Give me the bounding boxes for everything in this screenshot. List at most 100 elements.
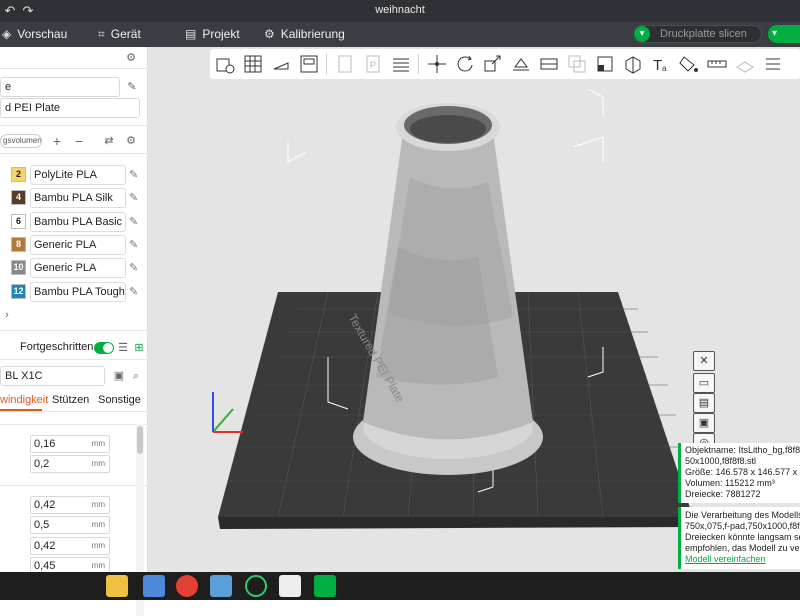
list-icon[interactable]: ☰	[116, 341, 130, 355]
compare-icon[interactable]: ⊞	[132, 341, 146, 355]
layers-icon[interactable]: ▤	[693, 393, 715, 413]
edit-icon[interactable]: ✎	[125, 80, 139, 94]
boolean-icon[interactable]	[566, 53, 588, 75]
more-icon[interactable]	[762, 53, 784, 75]
filament-color-swatch[interactable]: 2	[11, 167, 26, 182]
close-view-icon[interactable]: ✕	[693, 351, 715, 371]
bambu-studio-icon[interactable]	[314, 575, 336, 597]
setting-value-field[interactable]: 0,42 mm	[30, 537, 110, 555]
scrollbar-thumb[interactable]	[137, 426, 143, 454]
filament-row[interactable]: 12 Bambu PLA Tough ✎	[0, 281, 148, 302]
edit-icon[interactable]: ✎	[129, 261, 138, 274]
remove-icon[interactable]: −	[72, 134, 86, 148]
tab-project[interactable]: ▤ Projekt	[185, 26, 240, 43]
photos-icon[interactable]	[210, 575, 232, 597]
save-icon[interactable]: ▣	[112, 369, 126, 383]
setting-unit: mm	[91, 520, 105, 529]
info-line: Volumen: 115212 mm³	[685, 478, 775, 488]
filament-row[interactable]: 6 Bambu PLA Basic ✎	[0, 211, 148, 232]
advanced-toggle[interactable]	[94, 342, 114, 354]
tab-supports[interactable]: Stützen	[52, 394, 89, 406]
filament-name[interactable]: Generic PLA	[30, 234, 126, 255]
warning-line: empfohlen, das Modell zu ver	[685, 543, 800, 553]
setting-value-field[interactable]: 0,16 mm	[30, 435, 110, 453]
tab-calibration-label: Kalibrierung	[280, 27, 345, 41]
tab-speed[interactable]: windigkeit	[0, 394, 48, 406]
tab-other[interactable]: Sonstige	[98, 394, 141, 406]
cut-icon[interactable]	[538, 53, 560, 75]
page-icon[interactable]	[334, 53, 356, 75]
filament-row[interactable]: 2 PolyLite PLA ✎	[0, 165, 148, 185]
setting-value: 0,5	[34, 519, 50, 531]
add-icon[interactable]: +	[50, 134, 64, 148]
filament-row[interactable]: 8 Generic PLA ✎	[0, 234, 148, 255]
settings-icon[interactable]: ⚙	[124, 51, 138, 65]
top-toolbar: P Ta	[210, 49, 800, 79]
auto-orient-icon[interactable]	[270, 53, 292, 75]
tab-device[interactable]: ⌗ Gerät	[98, 26, 141, 43]
send-print-button[interactable]: ▾	[768, 25, 800, 43]
filament-name[interactable]: PolyLite PLA	[30, 165, 126, 185]
device-icon: ⌗	[98, 27, 105, 41]
process-profile-select[interactable]: BL X1C	[0, 366, 105, 386]
lay-flat-icon[interactable]	[510, 53, 532, 75]
app-icon[interactable]	[143, 575, 165, 597]
camera-icon[interactable]: ▭	[693, 373, 715, 393]
add-cube-icon[interactable]	[214, 53, 236, 75]
filament-color-swatch[interactable]: 10	[11, 260, 26, 276]
rotate-icon[interactable]	[454, 53, 476, 75]
cube-icon: ◈	[2, 27, 12, 41]
tab-calibration[interactable]: ⚙ Kalibrierung	[264, 26, 345, 43]
assembly-icon[interactable]	[734, 53, 756, 75]
measure-icon[interactable]	[706, 53, 728, 75]
filament-color-swatch[interactable]: 12	[11, 283, 26, 299]
simplify-model-link[interactable]: Modell vereinfachen	[685, 554, 800, 565]
layout-icon[interactable]	[298, 53, 320, 75]
seam-icon[interactable]	[622, 53, 644, 75]
text-icon[interactable]: Ta	[650, 53, 672, 75]
plate-type-select[interactable]: d PEI Plate	[0, 98, 140, 118]
filament-name[interactable]: Bambu PLA Silk	[30, 188, 126, 209]
filament-name[interactable]: Bambu PLA Tough	[30, 281, 126, 302]
setting-value-field[interactable]: 0,2 mm	[30, 455, 110, 473]
viewport-3d[interactable]: Textured PEI Plate P Ta ✕ ▭ ▤ ▣ ◎ Objekt…	[148, 47, 800, 572]
setting-value: 0,42	[34, 499, 56, 511]
color-paint-icon[interactable]	[678, 53, 700, 75]
search-icon[interactable]: ⌕	[129, 369, 143, 383]
edit-icon[interactable]: ✎	[129, 285, 138, 298]
stack-icon[interactable]	[390, 53, 412, 75]
filament-row[interactable]: 4 Bambu PLA Silk ✎	[0, 188, 148, 209]
move-icon[interactable]	[426, 53, 448, 75]
filament-name[interactable]: Bambu PLA Basic	[30, 211, 126, 232]
filament-color-swatch[interactable]: 4	[11, 190, 26, 206]
setting-value-field[interactable]: 0,5 mm	[30, 516, 110, 534]
support-paint-icon[interactable]	[594, 53, 616, 75]
plate-icon[interactable]: P	[362, 53, 384, 75]
edit-icon[interactable]: ✎	[129, 238, 138, 251]
lock-icon[interactable]: ▣	[693, 413, 715, 433]
axis-gizmo	[212, 392, 243, 433]
filament-row[interactable]: 10 Generic PLA ✎	[0, 258, 148, 279]
edit-icon[interactable]: ✎	[129, 191, 138, 204]
app-c-icon[interactable]	[245, 575, 267, 597]
tab-preview[interactable]: ◈ Vorschau	[2, 26, 67, 43]
warning-line: 750x,075,f-pad,750x1000,f8f	[685, 521, 800, 531]
edit-icon[interactable]: ✎	[129, 215, 138, 228]
edit-icon[interactable]: ✎	[129, 168, 138, 181]
volume-button[interactable]: gsvolumen	[0, 134, 42, 148]
filament-color-swatch[interactable]: 8	[11, 236, 26, 252]
bambu-icon[interactable]	[279, 575, 301, 597]
filament-name[interactable]: Generic PLA	[30, 258, 126, 279]
filament-color-swatch[interactable]: 6	[11, 213, 26, 229]
gear-icon[interactable]: ⚙	[124, 134, 138, 148]
arrange-grid-icon[interactable]	[242, 53, 264, 75]
setting-value-field[interactable]: 0,42 mm	[30, 496, 110, 514]
file-explorer-icon[interactable]	[106, 575, 128, 597]
chrome-icon[interactable]	[176, 575, 198, 597]
scale-icon[interactable]	[482, 53, 504, 75]
setting-value: 0,45	[34, 560, 56, 572]
printer-select[interactable]: e	[0, 77, 120, 97]
svg-text:P: P	[370, 60, 376, 70]
sync-icon[interactable]: ⇄	[102, 134, 116, 148]
slice-plate-button[interactable]: ▾ Druckplatte slicen	[632, 25, 762, 43]
